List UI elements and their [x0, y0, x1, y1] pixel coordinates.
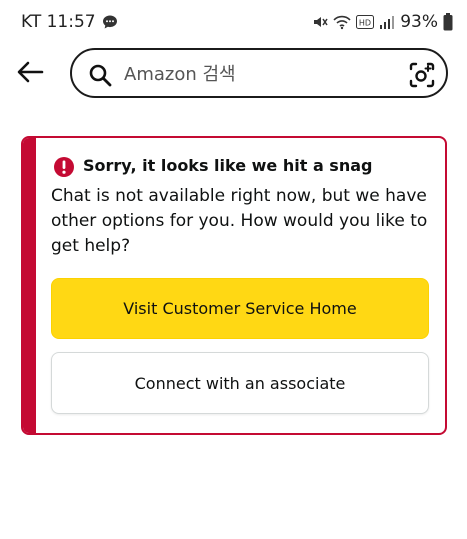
hd-icon: HD	[356, 15, 375, 29]
back-button[interactable]	[14, 56, 46, 88]
status-bar: KT 11:57 HD 93%	[0, 0, 467, 44]
signal-icon	[379, 14, 395, 30]
battery-icon	[443, 13, 453, 31]
arrow-left-icon	[14, 61, 46, 92]
chat-bubble-icon	[102, 14, 118, 30]
search-bar[interactable]	[70, 48, 448, 98]
visit-customer-service-button[interactable]: Visit Customer Service Home	[51, 278, 429, 339]
alert-message: Chat is not available right now, but we …	[51, 186, 428, 256]
alert-title: Sorry, it looks like we hit a snag	[83, 156, 373, 175]
wifi-icon	[333, 14, 351, 30]
connect-associate-button[interactable]: Connect with an associate	[51, 352, 429, 414]
camera-search-icon[interactable]	[408, 61, 436, 93]
mute-icon	[312, 14, 328, 30]
error-alert-card: Sorry, it looks like we hit a snag Chat …	[21, 136, 447, 435]
battery-percent: 93%	[400, 12, 438, 32]
error-icon	[53, 156, 75, 182]
status-right: HD 93%	[312, 12, 453, 32]
search-icon	[88, 63, 112, 91]
status-left: KT 11:57	[21, 12, 118, 32]
carrier-time: KT 11:57	[21, 12, 96, 32]
search-input[interactable]	[122, 59, 396, 89]
alert-accent-stripe	[23, 138, 36, 433]
svg-text:HD: HD	[359, 19, 371, 28]
